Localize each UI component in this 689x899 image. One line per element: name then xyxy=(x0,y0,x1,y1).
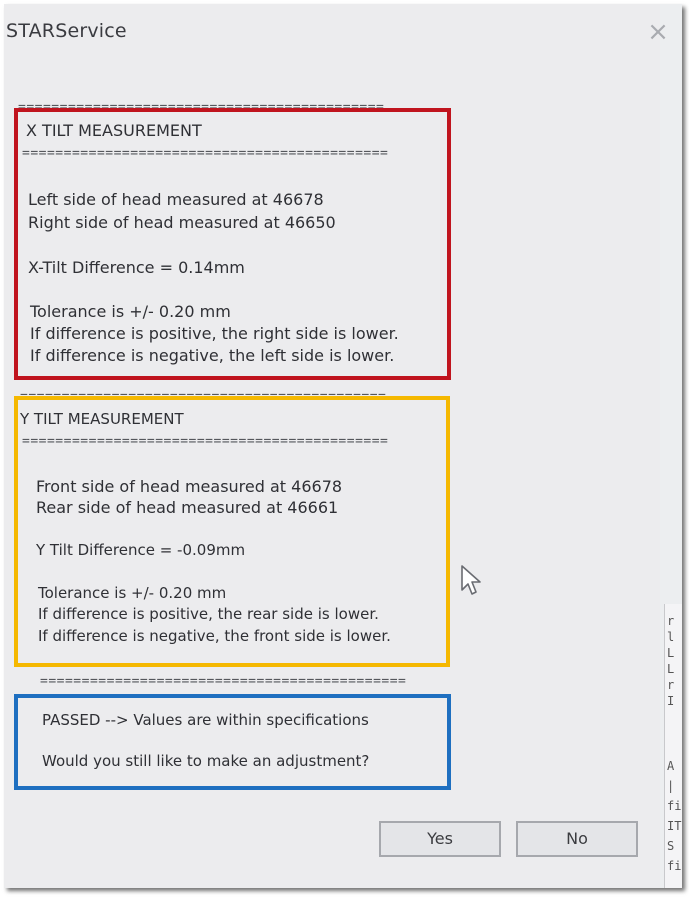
title-bar: STARService × xyxy=(4,4,669,54)
mouse-pointer-icon xyxy=(461,565,481,595)
x-tilt-highlight-box xyxy=(14,108,451,380)
result-highlight-box xyxy=(14,694,451,790)
background-text: A xyxy=(667,759,675,773)
background-text: fir xyxy=(667,859,682,873)
background-text: L xyxy=(667,662,675,676)
background-text: l xyxy=(667,630,675,644)
separator-line: ========================================… xyxy=(40,674,407,689)
yes-button[interactable]: Yes xyxy=(379,821,501,857)
background-text: IT xyxy=(667,819,682,833)
background-text: S xyxy=(667,839,675,853)
background-text: | xyxy=(667,779,675,793)
screenshot-photo: r l L L r I A | fi IT S fir STARService … xyxy=(4,4,682,888)
background-text: I xyxy=(667,694,675,708)
background-text: fi xyxy=(667,799,682,813)
close-icon[interactable]: × xyxy=(646,19,670,45)
background-text: r xyxy=(667,678,675,692)
y-tilt-highlight-box xyxy=(14,396,450,667)
background-text: L xyxy=(667,646,675,660)
background-text: r xyxy=(667,614,675,628)
background-window: r l L L r I A | fi IT S fir xyxy=(664,604,682,888)
window-title: STARService xyxy=(6,20,127,42)
no-button[interactable]: No xyxy=(516,821,638,857)
